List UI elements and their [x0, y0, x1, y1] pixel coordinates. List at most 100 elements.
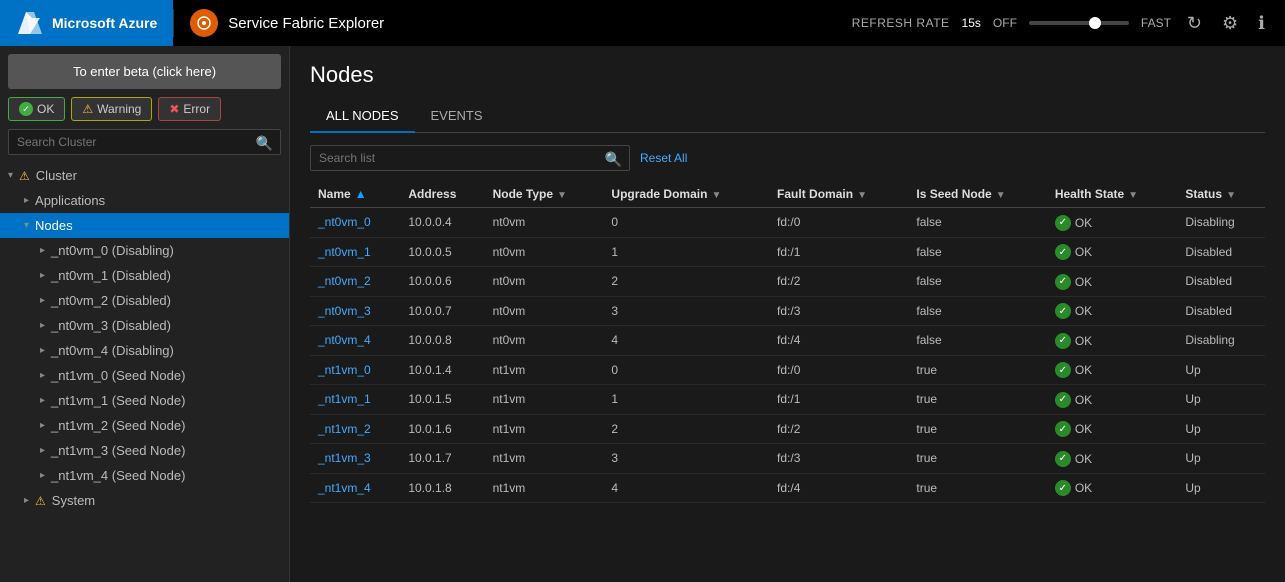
ok-circle-icon: ✓	[1055, 244, 1071, 260]
error-icon: ✖	[169, 102, 179, 116]
cell-name[interactable]: _nt0vm_0	[310, 208, 400, 238]
chevron-right-icon: ▸	[24, 195, 29, 206]
brand-section[interactable]: Microsoft Azure	[0, 0, 173, 46]
tabs-bar: ALL NODESEVENTS	[310, 100, 1265, 133]
chevron-down-icon: ▾	[8, 170, 13, 181]
nodes-table: Name▲AddressNode Type▼Upgrade Domain▼Fau…	[310, 181, 1265, 503]
ok-status-button[interactable]: ✓ OK	[8, 97, 65, 121]
sidebar-tree-item[interactable]: ▸_nt1vm_4 (Seed Node)	[0, 463, 289, 488]
chevron-right-icon: ▸	[40, 445, 45, 456]
sidebar-tree-item[interactable]: ▸_nt1vm_1 (Seed Node)	[0, 388, 289, 413]
search-cluster-input[interactable]	[8, 129, 281, 155]
cell-name[interactable]: _nt1vm_2	[310, 414, 400, 444]
cell-name[interactable]: _nt1vm_3	[310, 444, 400, 474]
refresh-button[interactable]: ↻	[1183, 9, 1206, 38]
cell-address: 10.0.0.8	[400, 326, 484, 356]
sidebar: To enter beta (click here) ✓ OK ⚠ Warnin…	[0, 46, 290, 582]
cell-faultDomain: fd:/2	[769, 267, 908, 297]
health-ok-badge: ✓ OK	[1055, 215, 1092, 231]
node-name-link[interactable]: _nt0vm_4	[318, 333, 371, 347]
cell-isSeedNode: true	[908, 385, 1046, 415]
sidebar-tree-item[interactable]: ▾⚠Cluster	[0, 163, 289, 188]
cell-name[interactable]: _nt0vm_3	[310, 296, 400, 326]
node-name-link[interactable]: _nt0vm_3	[318, 304, 371, 318]
cell-status: Disabled	[1177, 237, 1265, 267]
reset-all-button[interactable]: Reset All	[640, 151, 687, 165]
tree-item-label: _nt0vm_3 (Disabled)	[51, 318, 171, 333]
sidebar-tree-item[interactable]: ▸_nt0vm_4 (Disabling)	[0, 338, 289, 363]
cell-name[interactable]: _nt0vm_1	[310, 237, 400, 267]
cell-healthState: ✓ OK	[1047, 355, 1178, 385]
col-header-healthState[interactable]: Health State▼	[1047, 181, 1178, 208]
cell-name[interactable]: _nt0vm_2	[310, 267, 400, 297]
tab-all-nodes[interactable]: ALL NODES	[310, 100, 415, 133]
chevron-right-icon: ▸	[40, 295, 45, 306]
node-name-link[interactable]: _nt0vm_2	[318, 274, 371, 288]
col-header-name[interactable]: Name▲	[310, 181, 400, 208]
node-name-link[interactable]: _nt0vm_0	[318, 215, 371, 229]
cell-healthState: ✓ OK	[1047, 473, 1178, 503]
health-ok-badge: ✓ OK	[1055, 274, 1092, 290]
nodes-table-wrap: Name▲AddressNode Type▼Upgrade Domain▼Fau…	[310, 181, 1265, 566]
cell-healthState: ✓ OK	[1047, 326, 1178, 356]
cell-healthState: ✓ OK	[1047, 237, 1178, 267]
sidebar-tree-item[interactable]: ▸_nt0vm_2 (Disabled)	[0, 288, 289, 313]
app-icon	[190, 9, 218, 37]
settings-icon[interactable]: ⚙	[1218, 9, 1242, 38]
node-name-link[interactable]: _nt1vm_3	[318, 451, 371, 465]
refresh-slider[interactable]	[1029, 21, 1129, 25]
cell-address: 10.0.1.8	[400, 473, 484, 503]
refresh-rate-value: 15s	[962, 16, 981, 30]
health-ok-badge: ✓ OK	[1055, 333, 1092, 349]
cell-status: Disabling	[1177, 208, 1265, 238]
info-icon[interactable]: ℹ	[1254, 9, 1269, 38]
table-row: _nt1vm_210.0.1.6nt1vm2fd:/2true✓ OKUp	[310, 414, 1265, 444]
beta-banner[interactable]: To enter beta (click here)	[8, 54, 281, 89]
col-header-address[interactable]: Address	[400, 181, 484, 208]
sidebar-tree-item[interactable]: ▾Nodes	[0, 213, 289, 238]
tab-events[interactable]: EVENTS	[415, 100, 499, 133]
sidebar-tree-item[interactable]: ▸_nt1vm_2 (Seed Node)	[0, 413, 289, 438]
sidebar-tree-item[interactable]: ▸Applications	[0, 188, 289, 213]
cell-isSeedNode: true	[908, 444, 1046, 474]
cell-status: Disabled	[1177, 267, 1265, 297]
sidebar-tree-item[interactable]: ▸⚠System	[0, 488, 289, 513]
col-header-isSeedNode[interactable]: Is Seed Node▼	[908, 181, 1046, 208]
cell-upgradeDomain: 3	[603, 444, 769, 474]
node-name-link[interactable]: _nt0vm_1	[318, 245, 371, 259]
cell-name[interactable]: _nt0vm_4	[310, 326, 400, 356]
status-buttons: ✓ OK ⚠ Warning ✖ Error	[0, 97, 289, 129]
sidebar-tree-item[interactable]: ▸_nt0vm_1 (Disabled)	[0, 263, 289, 288]
table-row: _nt0vm_010.0.0.4nt0vm0fd:/0false✓ OKDisa…	[310, 208, 1265, 238]
app-name: Service Fabric Explorer	[228, 15, 384, 32]
topbar: Microsoft Azure Service Fabric Explorer …	[0, 0, 1285, 46]
tree-item-label: _nt1vm_3 (Seed Node)	[51, 443, 185, 458]
cell-name[interactable]: _nt1vm_1	[310, 385, 400, 415]
cell-name[interactable]: _nt1vm_4	[310, 473, 400, 503]
node-name-link[interactable]: _nt1vm_0	[318, 363, 371, 377]
sidebar-tree-item[interactable]: ▸ _nt1vm_3 (Seed Node)	[0, 438, 289, 463]
table-row: _nt0vm_110.0.0.5nt0vm1fd:/1false✓ OKDisa…	[310, 237, 1265, 267]
cell-address: 10.0.1.6	[400, 414, 484, 444]
node-name-link[interactable]: _nt1vm_2	[318, 422, 371, 436]
filter-icon: ▼	[996, 190, 1006, 201]
tree-item-label: _nt1vm_1 (Seed Node)	[51, 393, 185, 408]
warning-status-button[interactable]: ⚠ Warning	[71, 97, 152, 121]
search-list-input[interactable]	[310, 145, 630, 171]
sidebar-tree-item[interactable]: ▸_nt0vm_3 (Disabled)	[0, 313, 289, 338]
error-status-button[interactable]: ✖ Error	[158, 97, 221, 121]
cell-name[interactable]: _nt1vm_0	[310, 355, 400, 385]
cell-nodeType: nt0vm	[485, 296, 604, 326]
search-cluster-field: 🔍	[8, 129, 281, 155]
col-header-nodeType[interactable]: Node Type▼	[485, 181, 604, 208]
sort-icon: ▲	[355, 187, 367, 201]
cell-upgradeDomain: 4	[603, 473, 769, 503]
cell-upgradeDomain: 3	[603, 296, 769, 326]
node-name-link[interactable]: _nt1vm_1	[318, 392, 371, 406]
col-header-status[interactable]: Status▼	[1177, 181, 1265, 208]
col-header-faultDomain[interactable]: Fault Domain▼	[769, 181, 908, 208]
node-name-link[interactable]: _nt1vm_4	[318, 481, 371, 495]
col-header-upgradeDomain[interactable]: Upgrade Domain▼	[603, 181, 769, 208]
sidebar-tree-item[interactable]: ▸_nt0vm_0 (Disabling)	[0, 238, 289, 263]
sidebar-tree-item[interactable]: ▸_nt1vm_0 (Seed Node)	[0, 363, 289, 388]
